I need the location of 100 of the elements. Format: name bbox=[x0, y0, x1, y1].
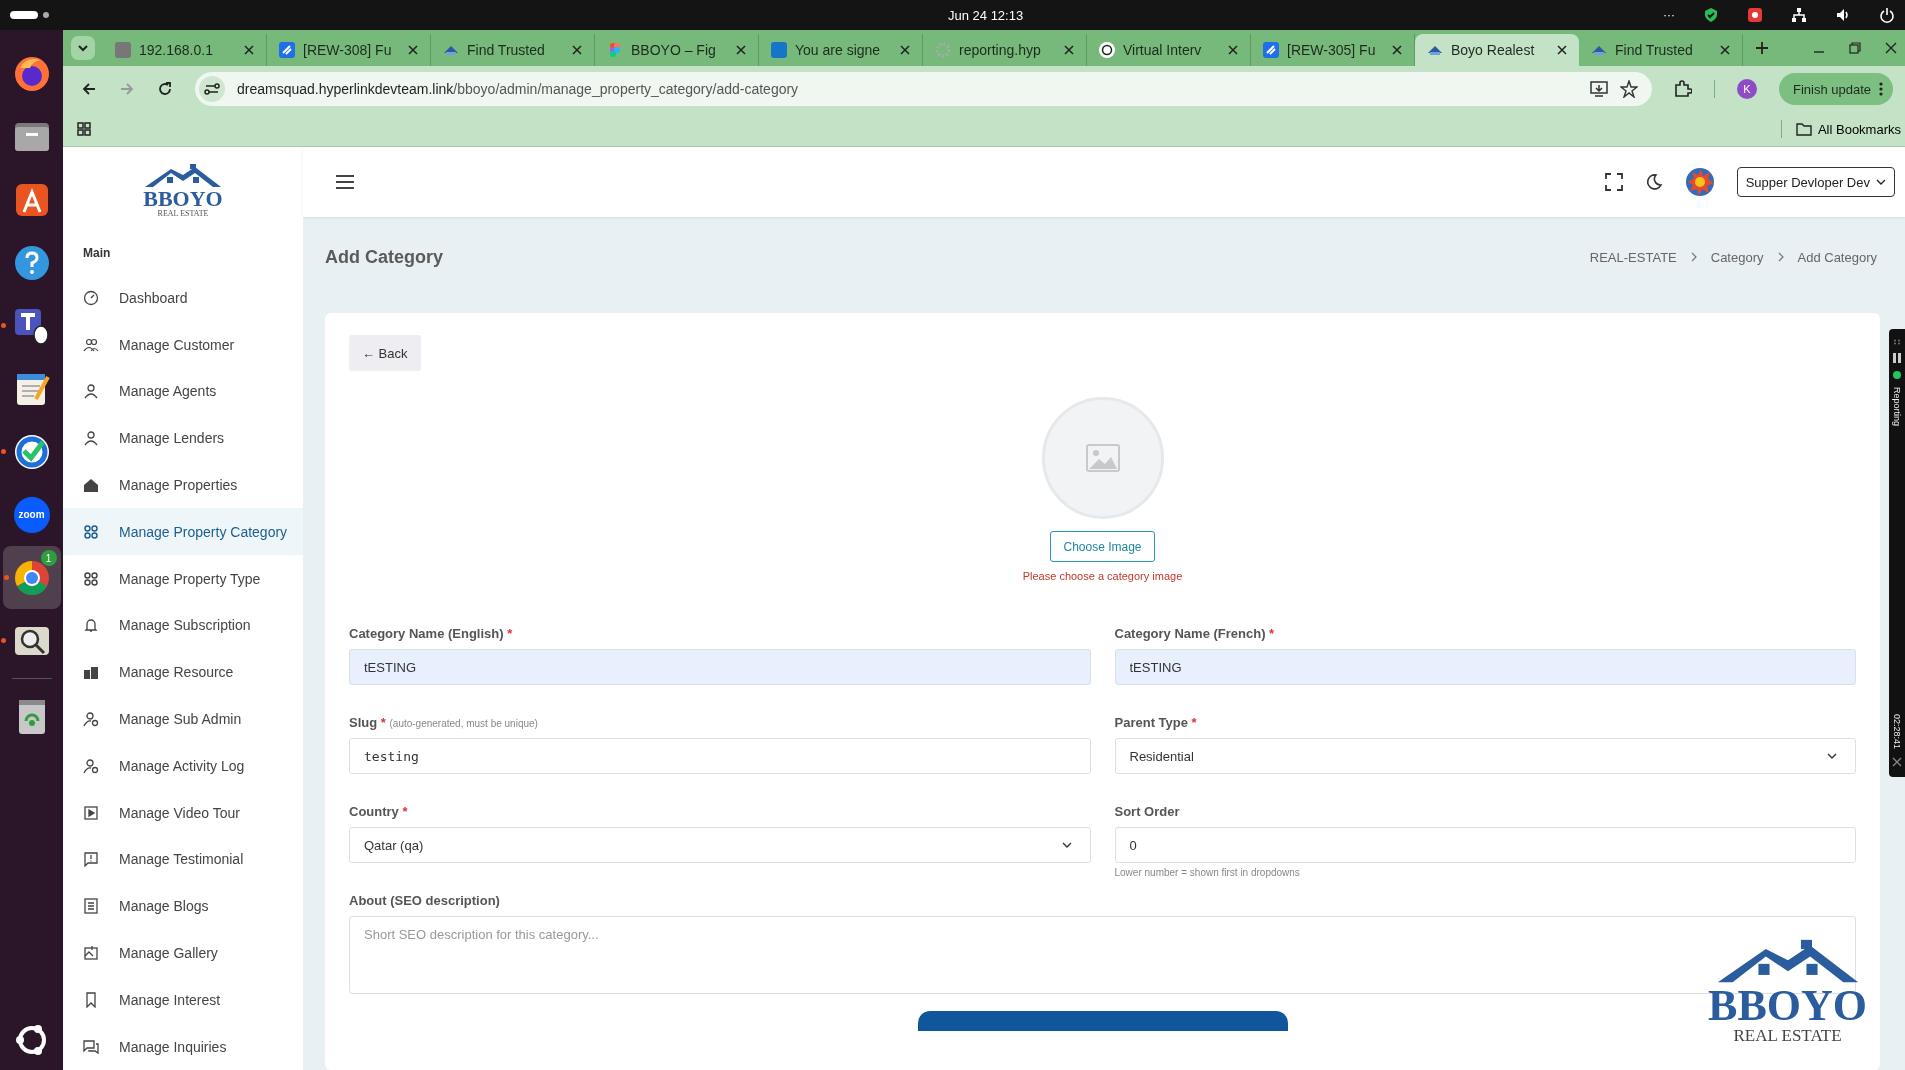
menu-icon[interactable] bbox=[335, 174, 355, 190]
sidebar-item[interactable]: Manage Property Type bbox=[63, 555, 303, 602]
comment-icon bbox=[83, 851, 99, 868]
moon-icon[interactable] bbox=[1644, 173, 1663, 191]
sidebar-item[interactable]: Manage Properties bbox=[63, 461, 303, 509]
user-icon bbox=[83, 430, 99, 447]
close-icon[interactable] bbox=[900, 45, 910, 55]
shield-icon[interactable] bbox=[1703, 7, 1719, 23]
select-field[interactable]: Qatar (qa) bbox=[349, 827, 1091, 863]
sidebar-item[interactable]: Manage Testimonial bbox=[63, 836, 303, 883]
finish-update-button[interactable]: Finish update bbox=[1778, 73, 1893, 105]
input-field[interactable]: 0 bbox=[1114, 827, 1856, 863]
overflow-indicator[interactable]: ··· bbox=[1663, 8, 1675, 22]
running-indicator bbox=[3, 575, 9, 580]
sidebar-item[interactable]: Manage Agents bbox=[63, 367, 303, 415]
sidebar-item[interactable]: Manage Interest bbox=[63, 976, 303, 1024]
apps-icon[interactable] bbox=[77, 122, 91, 136]
back-button[interactable]: ← Back bbox=[349, 335, 421, 371]
sidebar-item[interactable]: Dashboard bbox=[63, 274, 303, 322]
volume-icon[interactable] bbox=[1835, 7, 1851, 23]
address-bar[interactable]: dreamsquad.hyperlinkdevteam.link/bboyo/admin/manage_property_category/add-category bbox=[195, 72, 1652, 106]
more-icon bbox=[1879, 82, 1883, 96]
close-icon[interactable] bbox=[1892, 757, 1902, 767]
recorder-label: Reporting bbox=[1892, 387, 1902, 427]
url-text[interactable]: dreamsquad.hyperlinkdevteam.link/bboyo/admin/manage_property_category/add-category bbox=[237, 81, 799, 97]
sidebar-item[interactable]: Manage Sub Admin bbox=[63, 695, 303, 743]
building-icon bbox=[83, 664, 99, 681]
input-field[interactable]: testing bbox=[349, 738, 1091, 774]
play-icon bbox=[83, 804, 99, 821]
field-label: Category Name (English) * bbox=[349, 626, 514, 641]
input-field[interactable]: tESTING bbox=[1114, 649, 1856, 685]
select-field[interactable]: Residential bbox=[1114, 738, 1856, 774]
close-icon[interactable] bbox=[1392, 45, 1402, 55]
sidebar-item[interactable]: Manage Video Tour bbox=[63, 789, 303, 837]
close-icon[interactable] bbox=[1064, 45, 1074, 55]
record-icon[interactable] bbox=[1747, 7, 1763, 23]
close-icon[interactable] bbox=[572, 45, 582, 55]
star-icon[interactable] bbox=[1619, 80, 1638, 98]
sidebar-item[interactable]: Manage Property Category bbox=[63, 508, 303, 556]
sidebar-item[interactable]: Manage Inquiries bbox=[63, 1023, 303, 1070]
site-settings-icon[interactable] bbox=[199, 76, 225, 102]
close-icon[interactable] bbox=[244, 45, 254, 55]
power-icon[interactable] bbox=[1879, 7, 1895, 23]
recording-time: 02:28:41 bbox=[1892, 713, 1902, 749]
chat-icon bbox=[83, 1038, 99, 1055]
drag-handle-icon[interactable] bbox=[1893, 339, 1901, 345]
restore-icon[interactable] bbox=[1849, 42, 1861, 54]
date-time[interactable]: Jun 24 12:13 bbox=[948, 7, 1024, 23]
user-gear-icon bbox=[83, 711, 99, 727]
chevron-down-icon bbox=[1827, 753, 1837, 759]
reload-icon[interactable] bbox=[157, 81, 173, 97]
favicon-icon bbox=[1263, 42, 1279, 58]
favicon-icon bbox=[771, 42, 787, 58]
sidebar-item[interactable]: Manage Lenders bbox=[63, 414, 303, 462]
profile-avatar[interactable]: K bbox=[1736, 79, 1757, 99]
install-icon[interactable] bbox=[1589, 81, 1608, 97]
sidebar-item[interactable]: Manage Subscription bbox=[63, 602, 303, 649]
house-roof-icon bbox=[143, 163, 223, 190]
field-label: Slug * (auto-generated, must be unique) bbox=[349, 715, 539, 730]
back-arrow-icon[interactable] bbox=[81, 81, 97, 97]
sidebar-item[interactable]: Manage Resource bbox=[63, 648, 303, 696]
network-icon[interactable] bbox=[1791, 7, 1807, 23]
tab-search-button[interactable] bbox=[71, 36, 95, 60]
breadcrumb-item: Add Category bbox=[1797, 249, 1877, 265]
sidebar-item[interactable]: Manage Gallery bbox=[63, 929, 303, 977]
chevron-right-icon bbox=[1690, 252, 1697, 262]
bookmarks-folder[interactable]: All Bookmarks bbox=[1795, 121, 1901, 137]
close-icon[interactable] bbox=[1885, 42, 1897, 54]
browser-tab[interactable]: Boyo Realest bbox=[1415, 34, 1579, 66]
bookmark-icon bbox=[83, 991, 99, 1008]
fullscreen-icon[interactable] bbox=[1604, 173, 1623, 191]
avatar-icon[interactable] bbox=[1684, 167, 1715, 197]
field-label: About (SEO description) bbox=[349, 893, 501, 908]
choose-image-button[interactable]: Choose Image bbox=[1050, 531, 1155, 562]
close-icon[interactable] bbox=[1720, 45, 1730, 55]
dashboard-icon bbox=[83, 289, 99, 306]
input-field[interactable]: tESTING bbox=[349, 649, 1091, 685]
running-indicator bbox=[1, 449, 6, 454]
pause-icon[interactable] bbox=[1893, 353, 1901, 363]
extensions-icon[interactable] bbox=[1673, 80, 1692, 98]
close-icon[interactable] bbox=[408, 45, 418, 55]
chevron-down-icon bbox=[1061, 842, 1072, 848]
sidebar-item[interactable]: Manage Activity Log bbox=[63, 742, 303, 790]
user-icon bbox=[83, 383, 99, 400]
sidebar-item[interactable]: Manage Customer bbox=[63, 321, 303, 368]
breadcrumb-item[interactable]: Category bbox=[1710, 249, 1764, 265]
error-message: Please choose a category image bbox=[1022, 570, 1183, 582]
zoom-app-icon[interactable]: zoom bbox=[11, 494, 52, 535]
sidebar-item[interactable]: Manage Blogs bbox=[63, 882, 303, 930]
close-icon[interactable] bbox=[736, 45, 746, 55]
running-indicator bbox=[1, 323, 6, 328]
close-icon[interactable] bbox=[1557, 45, 1567, 55]
grid-icon bbox=[83, 523, 99, 540]
close-icon[interactable] bbox=[1228, 45, 1238, 55]
breadcrumb-item[interactable]: REAL-ESTATE bbox=[1589, 249, 1677, 265]
new-tab-icon[interactable] bbox=[1755, 41, 1769, 55]
activities-icon[interactable] bbox=[10, 10, 50, 20]
users-icon bbox=[83, 336, 99, 353]
help-text: Lower number = shown first in dropdowns bbox=[1114, 867, 1300, 878]
user-dropdown[interactable]: Supper Devloper Dev bbox=[1736, 167, 1895, 197]
